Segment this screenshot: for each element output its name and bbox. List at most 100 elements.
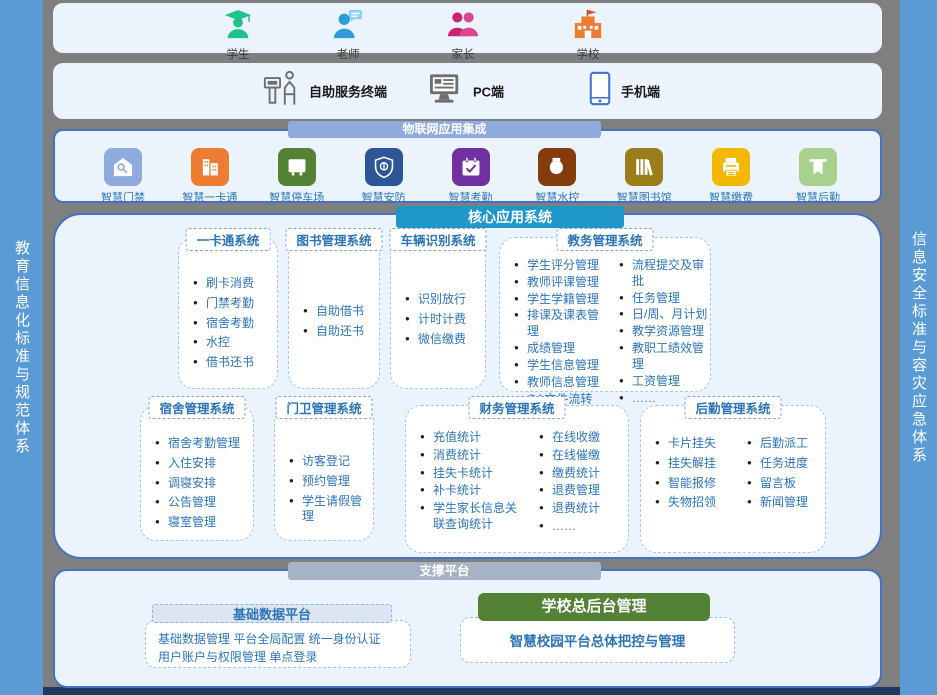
card-finance-items-col1: 充值统计消费统计挂失卡统计补卡统计学生家长信息关联查询统计 xyxy=(406,430,525,537)
user-teacher: 老师 xyxy=(306,8,390,62)
list-item: 留言板 xyxy=(747,476,825,492)
pc-icon xyxy=(428,73,464,110)
card-gatekeeper-title: 门卫管理系统 xyxy=(275,396,372,419)
support-section-header: 支撑平台 xyxy=(288,562,601,580)
card-logistics-columns: 卡片挂失挂失解挂智能报修失物招领 后勤派工任务进度留言板新闻管理 xyxy=(641,420,825,515)
list-item: 成绩管理 xyxy=(514,341,605,357)
list-item: …… xyxy=(539,519,628,535)
parents-icon xyxy=(447,8,479,45)
user-student-label: 学生 xyxy=(227,46,250,62)
base-data-platform-box: 基础数据管理 平台全局配置 统一身份认证 用户账户与权限管理 单点登录 xyxy=(145,620,411,668)
list-item: 调寝安排 xyxy=(155,476,247,492)
list-item: 退费统计 xyxy=(539,501,628,517)
phone-icon xyxy=(588,71,612,112)
iot-payment-label: 智慧缴费 xyxy=(709,189,753,205)
iot-parking-label: 智慧停车场 xyxy=(269,189,324,205)
card-vehicle-system: 车辆识别系统 识别放行计时计费微信缴费 xyxy=(390,237,486,389)
iot-library: 智慧图书馆 xyxy=(604,148,684,205)
list-item: 任务进度 xyxy=(747,456,825,472)
iot-parking: 智慧停车场 xyxy=(257,148,337,205)
terminal-mobile-label: 手机端 xyxy=(621,82,660,101)
list-item: 入住安排 xyxy=(155,456,247,472)
parking-icon xyxy=(278,148,316,186)
card-logistics-title: 后勤管理系统 xyxy=(684,396,781,419)
iot-security: 智慧安防 xyxy=(344,148,424,205)
iot-section-header: 物联网应用集成 xyxy=(288,121,601,138)
bottom-frame-strip xyxy=(43,687,900,695)
card-dormitory-system: 宿舍管理系统 宿舍考勤管理入住安排调寝安排公告管理寝室管理 xyxy=(140,405,254,541)
user-parents: 家长 xyxy=(421,8,505,62)
list-item: 日/周、月计划 xyxy=(619,307,710,323)
left-standards-band: 教育信息化标准与规范体系 xyxy=(0,0,43,695)
door-access-icon xyxy=(104,148,142,186)
kiosk-icon xyxy=(262,69,300,114)
core-section-header: 核心应用系统 xyxy=(396,206,624,228)
list-item: 流程提交及审批 xyxy=(619,258,710,290)
users-panel: 学生 老师 xyxy=(53,3,882,53)
card-academic-items-col2: 流程提交及审批任务管理日/周、月计划教学资源管理教职工绩效管理工资管理…… xyxy=(605,258,710,408)
card-vehicle-title: 车辆识别系统 xyxy=(389,228,486,251)
list-item: 排课及课表管理 xyxy=(514,308,605,340)
library-books-icon xyxy=(625,148,663,186)
list-item: 公告管理 xyxy=(155,495,247,511)
list-item: 退费管理 xyxy=(539,483,628,499)
list-item: 学生家长信息关联查询统计 xyxy=(420,501,525,533)
list-item: 补卡统计 xyxy=(420,483,525,499)
user-student: 学生 xyxy=(196,8,280,62)
user-parents-label: 家长 xyxy=(452,46,475,62)
list-item: 自助借书 xyxy=(303,304,373,320)
iot-onecard: 智慧一卡通 xyxy=(170,148,250,205)
list-item: 教师信息管理 xyxy=(514,375,605,391)
list-item: 教师评课管理 xyxy=(514,275,605,291)
list-item: 挂失解挂 xyxy=(655,456,733,472)
iot-onecard-label: 智慧一卡通 xyxy=(182,189,237,205)
card-library-items: 自助借书自助还书 xyxy=(289,304,379,340)
list-item: 任务管理 xyxy=(619,291,710,307)
iot-attendance-label: 智慧考勤 xyxy=(449,189,493,205)
terminals-panel: 自助服务终端 PC端 xyxy=(53,63,882,119)
onecard-icon xyxy=(191,148,229,186)
list-item: 刷卡消费 xyxy=(193,276,271,292)
card-dormitory-title: 宿舍管理系统 xyxy=(148,396,245,419)
list-item: 消费统计 xyxy=(420,448,525,464)
user-school-label: 学校 xyxy=(577,46,600,62)
card-logistics-system: 后勤管理系统 卡片挂失挂失解挂智能报修失物招领 后勤派工任务进度留言板新闻管理 xyxy=(640,405,826,553)
base-data-platform-line2: 用户账户与权限管理 单点登录 xyxy=(158,648,400,666)
list-item: 缴费统计 xyxy=(539,466,628,482)
list-item: 微信缴费 xyxy=(405,332,479,348)
card-dormitory-items: 宿舍考勤管理入住安排调寝安排公告管理寝室管理 xyxy=(141,436,253,531)
terminal-pc: PC端 xyxy=(428,73,504,110)
payment-icon xyxy=(712,148,750,186)
list-item: 挂失卡统计 xyxy=(420,466,525,482)
card-academic-items-col1: 学生评分管理教师评课管理学生学籍管理排课及课表管理成绩管理学生信息管理教师信息管… xyxy=(500,258,605,408)
card-finance-columns: 充值统计消费统计挂失卡统计补卡统计学生家长信息关联查询统计 在线收缴在线催缴缴费… xyxy=(406,420,628,537)
list-item: 教学资源管理 xyxy=(619,324,710,340)
list-item: 在线收缴 xyxy=(539,430,628,446)
card-academic-title: 教务管理系统 xyxy=(556,228,653,251)
list-item: 学生评分管理 xyxy=(514,258,605,274)
attendance-calendar-icon xyxy=(452,148,490,186)
support-panel: 基础数据平台 基础数据管理 平台全局配置 统一身份认证 用户账户与权限管理 单点… xyxy=(53,569,882,688)
iot-door-access-label: 智慧门禁 xyxy=(101,189,145,205)
logistics-icon xyxy=(799,148,837,186)
base-data-platform-title: 基础数据平台 xyxy=(152,604,392,623)
terminal-pc-label: PC端 xyxy=(473,82,504,101)
student-icon xyxy=(223,8,253,45)
user-school: 学校 xyxy=(546,8,630,62)
card-onecard-system: 一卡通系统 刷卡消费门禁考勤宿舍考勤水控借书还书 xyxy=(178,237,278,389)
user-teacher-label: 老师 xyxy=(337,46,360,62)
iot-logistics: 智慧后勤 xyxy=(778,148,858,205)
list-item: 借书还书 xyxy=(193,355,271,371)
list-item: 预约管理 xyxy=(289,474,367,490)
list-item: 计时计费 xyxy=(405,312,479,328)
school-icon xyxy=(571,8,605,45)
list-item: 宿舍考勤 xyxy=(193,316,271,332)
list-item: 充值统计 xyxy=(420,430,525,446)
list-item: 学生学籍管理 xyxy=(514,292,605,308)
list-item: 智能报修 xyxy=(655,476,733,492)
left-band-label: 教育信息化标准与规范体系 xyxy=(11,240,32,456)
card-academic-columns: 学生评分管理教师评课管理学生学籍管理排课及课表管理成绩管理学生信息管理教师信息管… xyxy=(500,252,710,408)
iot-tiles-row: 智慧门禁 智慧一 xyxy=(55,131,880,205)
list-item: 自助还书 xyxy=(303,324,373,340)
list-item: 工资管理 xyxy=(619,374,710,390)
